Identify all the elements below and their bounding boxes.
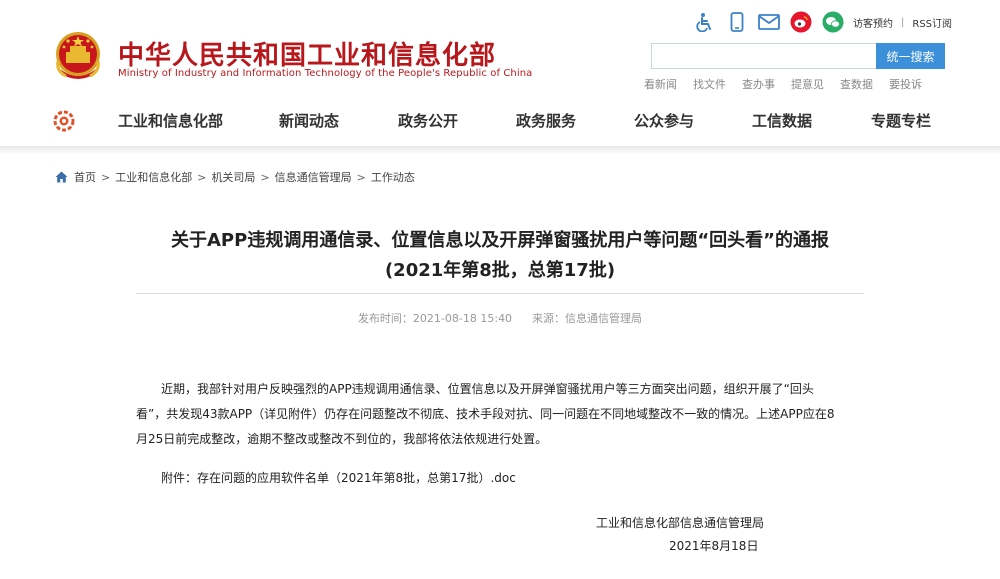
nav-item-data[interactable]: 工信数据 xyxy=(752,110,812,131)
title-divider xyxy=(136,293,864,294)
breadcrumb-departments[interactable]: 机关司局 xyxy=(211,169,255,185)
search-box: 统一搜索 xyxy=(651,43,945,69)
mail-icon[interactable] xyxy=(757,10,781,34)
rss-link[interactable]: RSS订阅 xyxy=(912,15,952,30)
site-subtitle: Ministry of Industry and Information Tec… xyxy=(118,68,533,79)
quick-link-services[interactable]: 查办事 xyxy=(742,76,775,92)
article-title: 关于APP违规调用通信录、位置信息以及开屏弹窗骚扰用户等问题“回头看”的通报 xyxy=(171,230,829,251)
top-utility-bar: 访客预约 | RSS订阅 xyxy=(693,10,952,34)
home-icon xyxy=(55,171,68,183)
nav-item-news[interactable]: 新闻动态 xyxy=(279,110,339,131)
breadcrumb-separator: > xyxy=(260,170,270,184)
quick-link-complaint[interactable]: 要投诉 xyxy=(889,76,922,92)
quick-link-feedback[interactable]: 提意见 xyxy=(791,76,824,92)
article-body: 近期，我部针对用户反映强烈的APP违规调用通信录、位置信息以及开屏弹窗骚扰用户等… xyxy=(136,377,864,452)
article-title-batch: (2021年第8批，总第17批) xyxy=(384,260,616,281)
publish-time: 发布时间：2021-08-18 15:40 xyxy=(357,312,513,325)
breadcrumb-separator: > xyxy=(197,170,207,184)
nav-item-public-participation[interactable]: 公众参与 xyxy=(634,110,694,131)
breadcrumb: 首页 > 工业和信息化部 > 机关司局 > 信息通信管理局 > 工作动态 xyxy=(55,169,415,185)
breadcrumb-miit[interactable]: 工业和信息化部 xyxy=(115,169,192,185)
wechat-icon[interactable] xyxy=(821,10,845,34)
nav-item-government-affairs[interactable]: 政务公开 xyxy=(398,110,458,131)
accessibility-icon[interactable] xyxy=(693,10,717,34)
breadcrumb-work-news[interactable]: 工作动态 xyxy=(371,169,415,185)
quick-link-data[interactable]: 查数据 xyxy=(840,76,873,92)
main-nav: 工业和信息化部 新闻动态 政务公开 政务服务 公众参与 工信数据 专题专栏 xyxy=(0,100,1000,142)
site-title[interactable]: 中华人民共和国工业和信息化部 xyxy=(118,35,496,72)
nav-item-miit[interactable]: 工业和信息化部 xyxy=(118,110,223,131)
nav-item-special-topics[interactable]: 专题专栏 xyxy=(871,110,931,131)
unified-search-button[interactable]: 统一搜索 xyxy=(876,43,945,69)
visitor-appointment-link[interactable]: 访客预约 xyxy=(853,15,893,30)
body-paragraph-line: 看”，共发现43款APP（详见附件）仍存在问题整改不彻底、技术手段对抗、同一问题… xyxy=(136,407,835,421)
nav-item-government-services[interactable]: 政务服务 xyxy=(516,110,576,131)
search-input[interactable] xyxy=(652,44,878,68)
breadcrumb-home[interactable]: 首页 xyxy=(74,169,96,185)
top-link-separator: | xyxy=(901,16,905,28)
quick-link-documents[interactable]: 找文件 xyxy=(693,76,726,92)
attachment-link[interactable]: 附件：存在问题的应用软件名单（2021年第8批，总第17批）.doc xyxy=(161,469,516,486)
breadcrumb-ict-bureau[interactable]: 信息通信管理局 xyxy=(275,169,352,185)
ministry-logo-icon[interactable] xyxy=(52,110,76,132)
quick-link-news[interactable]: 看新闻 xyxy=(644,76,677,92)
quick-links: 看新闻 找文件 查办事 提意见 查数据 要投诉 xyxy=(644,76,938,92)
signature-date: 2021年8月18日 xyxy=(669,539,759,553)
breadcrumb-separator: > xyxy=(356,170,366,184)
signature-organization: 工业和信息化部信息通信管理局 xyxy=(596,516,765,530)
mobile-icon[interactable] xyxy=(725,10,749,34)
body-paragraph-line: 月25日前完成整改，逾期不整改或整改不到位的，我部将依法依规进行处置。 xyxy=(136,432,548,446)
weibo-icon[interactable] xyxy=(789,10,813,34)
nav-divider-shadow xyxy=(0,146,1000,154)
article-source: 来源：信息通信管理局 xyxy=(532,312,643,325)
national-emblem-icon[interactable] xyxy=(52,29,104,83)
breadcrumb-separator: > xyxy=(101,170,111,184)
body-paragraph-line: 近期，我部针对用户反映强烈的APP违规调用通信录、位置信息以及开屏弹窗骚扰用户等… xyxy=(161,382,814,396)
site-header: 中华人民共和国工业和信息化部 Ministry of Industry and … xyxy=(0,0,1000,100)
article-meta: 发布时间：2021-08-18 15:40 来源：信息通信管理局 xyxy=(0,310,1000,326)
